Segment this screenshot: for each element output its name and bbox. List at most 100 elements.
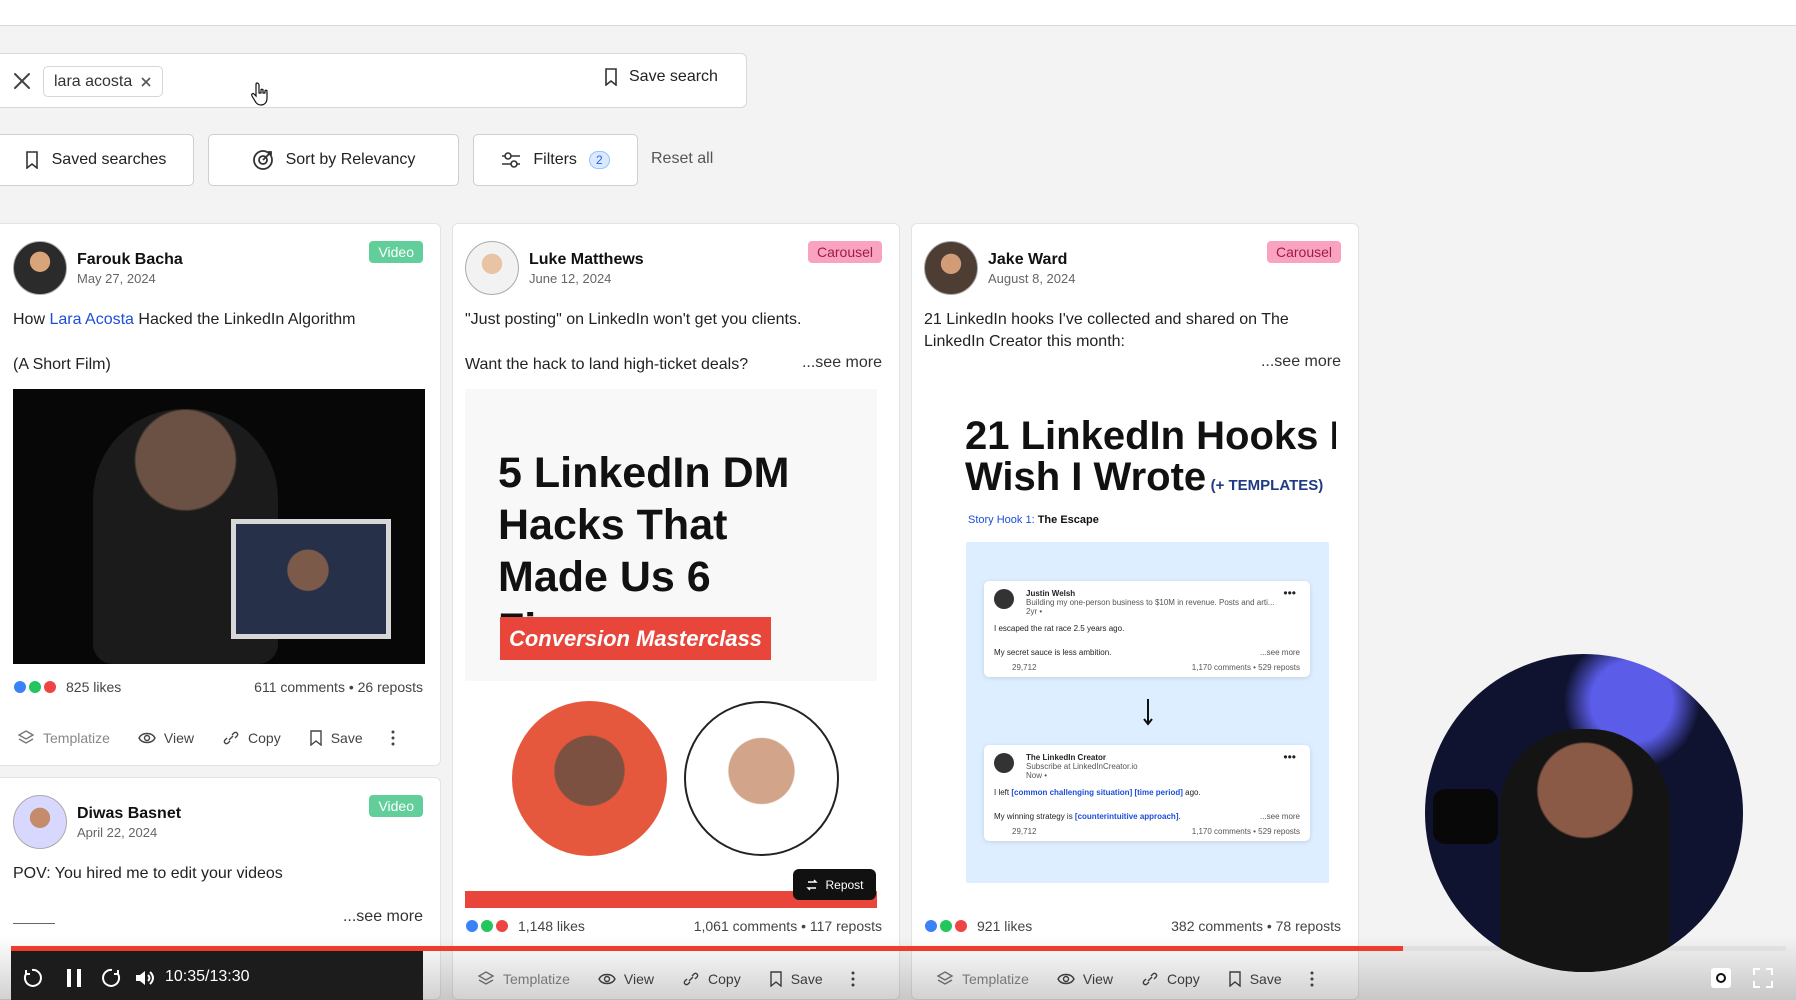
sort-label: Sort by Relevancy: [285, 151, 416, 168]
post-type-badge: Carousel: [1266, 241, 1341, 263]
post-author[interactable]: Jake Ward August 8, 2024: [924, 241, 1075, 295]
saved-searches-button[interactable]: Saved searches: [0, 134, 194, 186]
post-type-badge: Video: [369, 795, 423, 817]
link-icon: [223, 731, 239, 745]
carousel-title-line2: Wish I Wrote (+ TEMPLATES): [965, 455, 1324, 499]
bookmark-icon: [310, 730, 322, 746]
likes-count: 825 likes: [66, 679, 122, 695]
comments-reposts-count: 382 comments • 78 reposts: [1171, 918, 1341, 934]
microphone: [1433, 789, 1498, 844]
mini-post-before: Justin Welsh Building my one-person busi…: [984, 581, 1310, 677]
comments-reposts-count: 1,061 comments • 117 reposts: [693, 918, 882, 934]
save-button[interactable]: Save: [309, 730, 363, 746]
author-name[interactable]: Jake Ward: [988, 251, 1075, 269]
post-author[interactable]: Luke Matthews June 12, 2024: [465, 241, 644, 295]
see-more-link[interactable]: ...see more: [1261, 353, 1341, 371]
repost-icon: [806, 879, 819, 890]
carousel-preview[interactable]: 21 LinkedIn Hooks I Wish I Wrote (+ TEMP…: [924, 389, 1336, 889]
filter-icon: [502, 152, 521, 168]
top-bar: [0, 0, 1796, 26]
settings-icon[interactable]: [1709, 966, 1733, 990]
pause-icon[interactable]: [62, 966, 86, 990]
mention-link[interactable]: Lara Acosta: [49, 311, 134, 328]
carousel-banner: Conversion Masterclass: [500, 617, 771, 660]
post-stats: 825 likes 611 comments • 26 reposts: [13, 679, 423, 695]
saved-searches-label: Saved searches: [51, 151, 167, 168]
post-author[interactable]: Diwas Basnet April 22, 2024: [13, 795, 181, 849]
video-timecode: 10:35/13:30: [165, 968, 250, 985]
view-button[interactable]: View: [138, 730, 194, 746]
avatar[interactable]: [13, 795, 67, 849]
eye-icon: [138, 732, 156, 744]
post-text: "Just posting" on LinkedIn won't get you…: [465, 311, 802, 328]
carousel-preview[interactable]: 5 LinkedIn DM Hacks That Made Us 6 Figur…: [465, 389, 877, 681]
close-icon[interactable]: [10, 69, 34, 93]
avatar[interactable]: [13, 241, 67, 295]
mini-post-after: The LinkedIn Creator Subscribe at Linked…: [984, 745, 1310, 841]
filters-button[interactable]: Filters 2: [473, 134, 638, 186]
volume-icon[interactable]: [133, 966, 157, 990]
author-name[interactable]: Luke Matthews: [529, 251, 644, 269]
avatar[interactable]: [465, 241, 519, 295]
post-card[interactable]: Luke Matthews June 12, 2024 Carousel "Jus…: [452, 223, 900, 1000]
post-date: June 12, 2024: [529, 270, 612, 286]
save-search-button[interactable]: Save search: [603, 68, 718, 86]
text-separator: [13, 923, 55, 924]
save-search-label: Save search: [629, 68, 718, 85]
post-text: How Lara Acosta Hacked the LinkedIn Algo…: [13, 311, 356, 328]
post-actions: Templatize View Copy Save: [17, 729, 395, 747]
post-type-badge: Carousel: [807, 241, 882, 263]
layers-icon: [17, 730, 35, 744]
speaker-silhouette: [1500, 729, 1670, 972]
post-text-line2: (A Short Film): [13, 356, 111, 373]
held-photo: [231, 519, 391, 639]
post-date: May 27, 2024: [77, 270, 156, 286]
cursor-icon: [251, 82, 268, 106]
post-date: August 8, 2024: [988, 270, 1076, 286]
more-icon[interactable]: [391, 730, 395, 746]
post-text-line2: Want the hack to land high-ticket deals?: [465, 356, 749, 373]
comments-reposts-count: 611 comments • 26 reposts: [254, 679, 423, 695]
see-more-link[interactable]: ...see more: [802, 354, 882, 372]
likes-count: 921 likes: [977, 918, 1033, 934]
video-progress-fill[interactable]: [11, 946, 1403, 951]
post-stats: 921 likes 382 comments • 78 reposts: [924, 918, 1341, 934]
post-type-badge: Video: [369, 241, 423, 263]
search-chip[interactable]: lara acosta: [43, 66, 164, 97]
post-text-line2: LinkedIn Creator this month:: [924, 333, 1125, 350]
templates-note: (+ TEMPLATES): [1210, 477, 1324, 494]
post-date: April 22, 2024: [77, 824, 158, 840]
forward-icon[interactable]: [100, 966, 124, 990]
hook-example-panel: Justin Welsh Building my one-person busi…: [966, 542, 1329, 883]
author-name[interactable]: Farouk Bacha: [77, 251, 183, 269]
replay-icon[interactable]: [20, 966, 44, 990]
post-video-thumbnail[interactable]: [13, 389, 425, 664]
likes-count: 1,148 likes: [518, 918, 585, 934]
picture-in-picture-video[interactable]: [1425, 654, 1743, 972]
reset-all-link[interactable]: Reset all: [651, 150, 713, 168]
bookmark-icon: [605, 68, 617, 86]
author-name[interactable]: Diwas Basnet: [77, 805, 181, 823]
repost-overlay-button[interactable]: Repost: [793, 869, 876, 900]
avatar[interactable]: [924, 241, 978, 295]
sort-button[interactable]: Sort by Relevancy: [208, 134, 459, 186]
carousel-title-line1: 21 LinkedIn Hooks I: [965, 414, 1336, 458]
post-card[interactable]: Farouk Bacha May 27, 2024 Video How Lara …: [0, 223, 441, 766]
fullscreen-icon[interactable]: [1751, 966, 1775, 990]
carousel-photo-right: [684, 701, 839, 856]
post-author[interactable]: Farouk Bacha May 27, 2024: [13, 241, 183, 295]
copy-button[interactable]: Copy: [222, 729, 281, 747]
post-card[interactable]: Jake Ward August 8, 2024 Carousel 21 Link…: [911, 223, 1359, 1000]
see-more-link[interactable]: ...see more: [343, 908, 423, 926]
close-icon[interactable]: [140, 76, 152, 88]
filters-label: Filters: [533, 151, 577, 168]
templatize-button[interactable]: Templatize: [17, 729, 110, 747]
post-text: 21 LinkedIn hooks I've collected and sha…: [924, 311, 1289, 328]
story-hook-label: Story Hook 1: The Escape: [968, 514, 1099, 526]
search-bar[interactable]: lara acosta Save search: [0, 53, 747, 108]
bookmark-icon: [25, 151, 38, 169]
target-icon: [252, 150, 273, 170]
arrow-down-icon: [1142, 698, 1154, 726]
post-text: POV: You hired me to edit your videos: [13, 865, 283, 882]
filters-count-badge: 2: [588, 151, 610, 169]
